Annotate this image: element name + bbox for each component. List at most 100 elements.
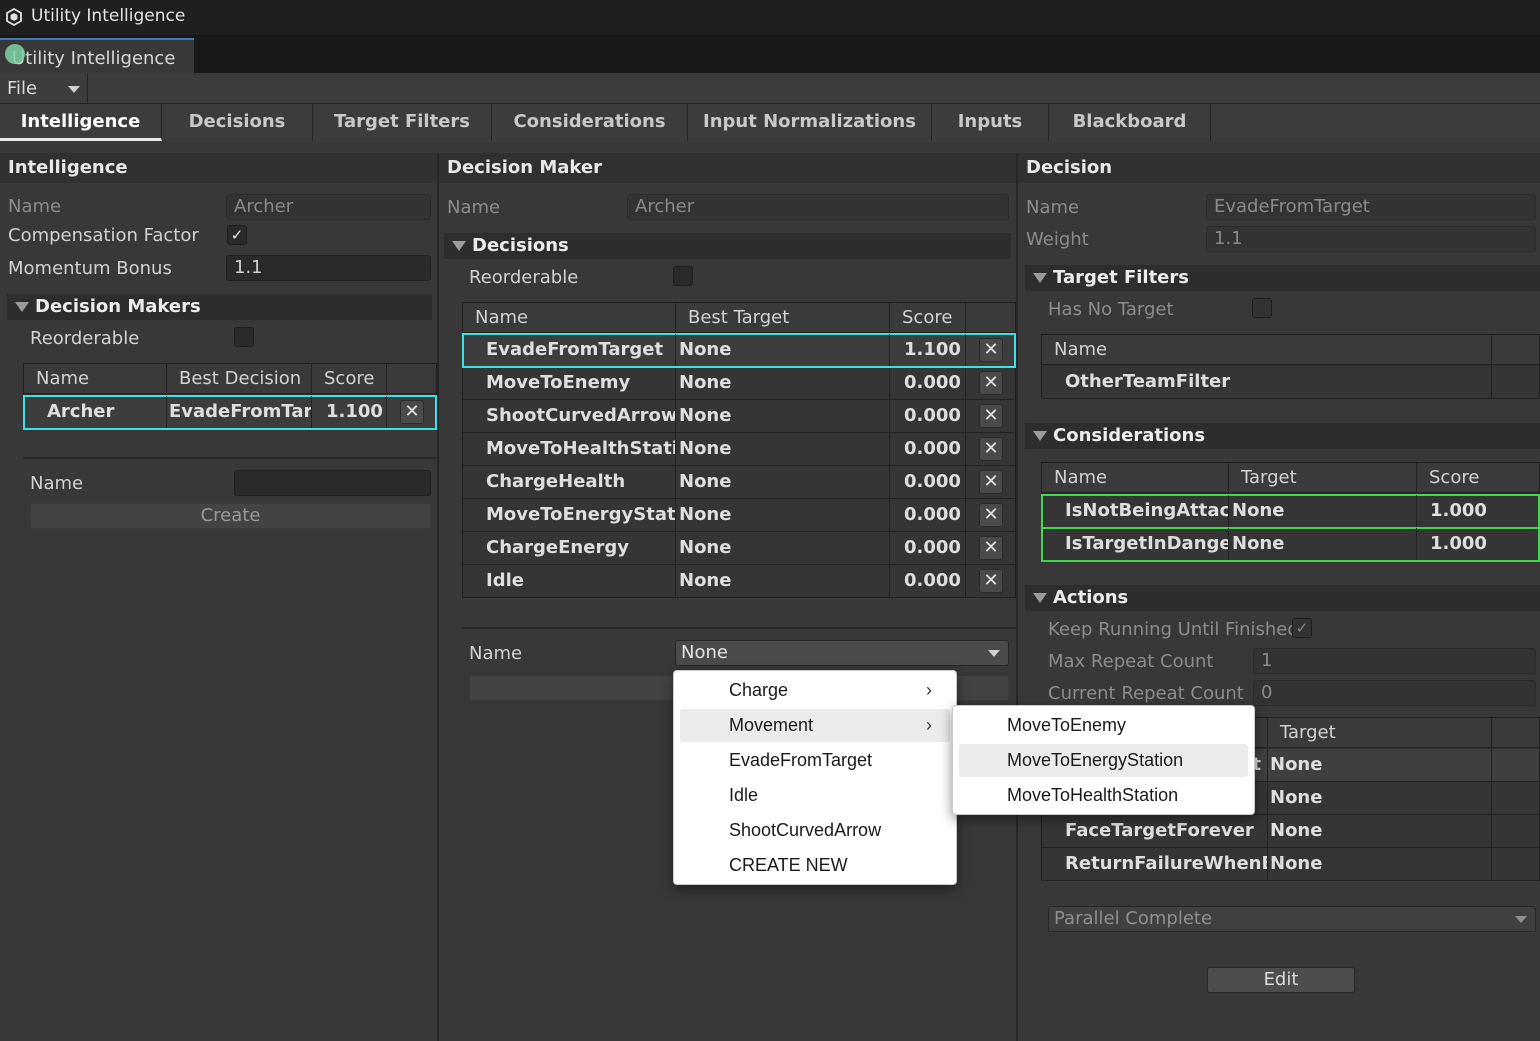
intel-name-label: Name bbox=[8, 196, 62, 217]
window-tab-strip: Utility Intelligence bbox=[0, 35, 1540, 73]
table-row[interactable]: FaceTargetForever None bbox=[1042, 815, 1539, 848]
create-button[interactable]: Create bbox=[30, 503, 431, 529]
tf-row-name: OtherTeamFilter bbox=[1065, 366, 1492, 398]
tab-inputs[interactable]: Inputs bbox=[932, 104, 1049, 141]
file-menu[interactable]: File bbox=[0, 73, 88, 104]
table-row[interactable]: Idle None 0.000 ✕ bbox=[463, 565, 1015, 598]
decision-row-target: None bbox=[679, 532, 890, 564]
decisions-table: Name Best Target Score EvadeFromTarget No… bbox=[462, 302, 1016, 598]
decisions-table-header: Name Best Target Score bbox=[463, 303, 1015, 333]
execution-mode-dropdown: Parallel Complete bbox=[1048, 906, 1536, 932]
table-row[interactable]: MoveToEnergyStationNone 0.000 ✕ bbox=[463, 499, 1015, 532]
table-row[interactable]: ChargeHealth None 0.000 ✕ bbox=[463, 466, 1015, 499]
compensation-factor-checkbox[interactable]: ✓ bbox=[227, 225, 247, 245]
decision-row-name: MoveToEnergyStation bbox=[486, 499, 676, 531]
tab-considerations[interactable]: Considerations bbox=[492, 104, 688, 141]
remove-row-close-icon[interactable]: ✕ bbox=[400, 400, 424, 424]
momentum-bonus-label: Momentum Bonus bbox=[8, 258, 172, 279]
act-row-target: None bbox=[1270, 749, 1492, 781]
decision-name-label: Name bbox=[1026, 197, 1080, 218]
menu-item-idle[interactable]: Idle bbox=[680, 779, 950, 812]
remove-row-close-icon[interactable]: ✕ bbox=[979, 371, 1003, 395]
decision-makers-title: Decision Makers bbox=[35, 296, 201, 317]
menu-item-shootcurvedarrow[interactable]: ShootCurvedArrow bbox=[680, 814, 950, 847]
actions-title: Actions bbox=[1053, 587, 1129, 608]
foldout-triangle-icon bbox=[452, 241, 466, 251]
considerations-section[interactable]: Considerations bbox=[1025, 423, 1540, 449]
table-row[interactable]: MoveToHealthStationNone 0.000 ✕ bbox=[463, 433, 1015, 466]
window-tab[interactable]: Utility Intelligence bbox=[0, 38, 194, 73]
dropdown-arrow-icon bbox=[68, 86, 80, 93]
decision-header: Decision bbox=[1018, 153, 1540, 183]
menu-item-label: Charge bbox=[729, 680, 789, 700]
tab-target-filters[interactable]: Target Filters bbox=[313, 104, 492, 141]
has-no-target-checkbox bbox=[1252, 298, 1272, 318]
tab-blackboard[interactable]: Blackboard bbox=[1049, 104, 1211, 141]
current-repeat-label: Current Repeat Count bbox=[1048, 683, 1244, 704]
table-row[interactable]: IsNotBeingAttacke None 1.000 bbox=[1041, 494, 1540, 529]
momentum-bonus-field[interactable]: 1.1 bbox=[226, 255, 431, 281]
tab-decisions[interactable]: Decisions bbox=[162, 104, 313, 141]
col-target: Target bbox=[1229, 463, 1417, 493]
window-tab-label: Utility Intelligence bbox=[12, 48, 176, 69]
table-row[interactable]: OtherTeamFilter bbox=[1042, 366, 1539, 399]
table-row[interactable]: ReturnFailureWhenBeir None bbox=[1042, 848, 1539, 881]
table-row[interactable]: MoveToEnemy None 0.000 ✕ bbox=[463, 367, 1015, 400]
dropdown-value: Parallel Complete bbox=[1054, 908, 1213, 929]
menu-item-charge[interactable]: Charge › bbox=[680, 674, 950, 707]
foldout-triangle-icon bbox=[1033, 431, 1047, 441]
file-menu-label: File bbox=[7, 78, 38, 99]
remove-row-close-icon[interactable]: ✕ bbox=[979, 569, 1003, 593]
decision-name-field: EvadeFromTarget bbox=[1206, 194, 1536, 220]
window-titlebar: Utility Intelligence bbox=[0, 0, 1540, 35]
tab-input-normalizations[interactable]: Input Normalizations bbox=[688, 104, 932, 141]
remove-row-close-icon[interactable]: ✕ bbox=[979, 503, 1003, 527]
remove-row-close-icon[interactable]: ✕ bbox=[979, 404, 1003, 428]
table-row[interactable]: IsTargetInDangerR None 1.000 bbox=[1041, 527, 1540, 562]
main-tabs: Intelligence Decisions Target Filters Co… bbox=[0, 104, 1540, 142]
table-row[interactable]: Archer EvadeFromTarge 1.100 ✕ bbox=[23, 395, 437, 430]
keep-running-label: Keep Running Until Finished bbox=[1048, 619, 1299, 640]
col-name: Name bbox=[24, 364, 167, 394]
decision-makers-section[interactable]: Decision Makers bbox=[7, 294, 432, 320]
decision-row-name: MoveToHealthStation bbox=[486, 433, 676, 465]
movement-submenu: MoveToEnemy MoveToEnergyStation MoveToHe… bbox=[952, 705, 1255, 815]
decisions-title: Decisions bbox=[472, 235, 569, 256]
decision-type-dropdown[interactable]: None bbox=[675, 640, 1009, 666]
col-name: Name bbox=[463, 303, 676, 333]
actions-section[interactable]: Actions bbox=[1025, 585, 1540, 611]
menu-item-evadefromtarget[interactable]: EvadeFromTarget bbox=[680, 744, 950, 777]
table-row[interactable]: ChargeEnergy None 0.000 ✕ bbox=[463, 532, 1015, 565]
current-repeat-field: 0 bbox=[1253, 680, 1536, 706]
submenu-item-movetoenemy[interactable]: MoveToEnemy bbox=[959, 709, 1248, 742]
new-dm-name-field[interactable] bbox=[234, 470, 431, 496]
dm-row-best: EvadeFromTarge bbox=[169, 396, 312, 428]
submenu-item-movetohealthstation[interactable]: MoveToHealthStation bbox=[959, 779, 1248, 812]
target-filters-section[interactable]: Target Filters bbox=[1025, 265, 1540, 291]
weight-field: 1.1 bbox=[1206, 226, 1536, 252]
menu-item-create-new[interactable]: CREATE NEW bbox=[680, 849, 950, 882]
table-row[interactable]: EvadeFromTarget None 1.100 ✕ bbox=[462, 333, 1016, 368]
dm-table-header: Name Best Decision Score bbox=[24, 364, 436, 394]
dropdown-arrow-icon bbox=[988, 650, 1000, 657]
remove-row-close-icon[interactable]: ✕ bbox=[979, 338, 1003, 362]
new-decision-name-label: Name bbox=[469, 643, 523, 664]
menu-item-movement[interactable]: Movement › bbox=[680, 709, 950, 742]
remove-row-close-icon[interactable]: ✕ bbox=[979, 437, 1003, 461]
remove-row-close-icon[interactable]: ✕ bbox=[979, 470, 1003, 494]
decisions-section[interactable]: Decisions bbox=[444, 233, 1011, 259]
intel-name-field: Archer bbox=[226, 194, 431, 220]
remove-row-close-icon[interactable]: ✕ bbox=[979, 536, 1003, 560]
edit-button[interactable]: Edit bbox=[1207, 967, 1355, 993]
foldout-triangle-icon bbox=[15, 302, 29, 312]
tab-intelligence[interactable]: Intelligence bbox=[0, 104, 162, 141]
table-row[interactable]: ShootCurvedArrow None 0.000 ✕ bbox=[463, 400, 1015, 433]
compensation-factor-label: Compensation Factor bbox=[8, 225, 199, 246]
decisions-reorderable-checkbox[interactable] bbox=[673, 266, 693, 286]
dm-name-label: Name bbox=[447, 197, 501, 218]
decision-panel: Decision Name EvadeFromTarget Weight 1.1… bbox=[1018, 153, 1540, 1041]
dm-reorderable-checkbox[interactable] bbox=[234, 327, 254, 347]
decision-row-score: 0.000 bbox=[904, 565, 966, 597]
submenu-item-movetoenergystation[interactable]: MoveToEnergyStation bbox=[959, 744, 1248, 777]
decision-makers-table: Name Best Decision Score Archer EvadeFro… bbox=[23, 363, 437, 430]
